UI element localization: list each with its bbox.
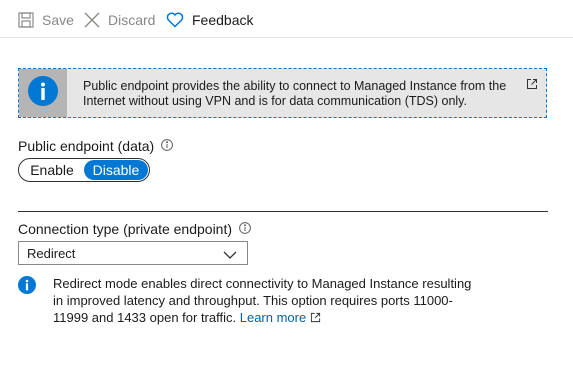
info-icon: [18, 276, 36, 299]
enable-option[interactable]: Enable: [20, 160, 84, 180]
info-tooltip-icon[interactable]: [161, 138, 174, 154]
connection-type-value: Redirect: [27, 245, 76, 261]
chevron-down-icon: [223, 248, 237, 263]
close-icon: [84, 12, 100, 28]
learn-more-link[interactable]: Learn more: [240, 310, 321, 325]
public-endpoint-label: Public endpoint (data): [18, 138, 155, 154]
heart-icon: [166, 12, 184, 28]
feedback-button[interactable]: Feedback: [166, 10, 253, 30]
banner-icon-box: [19, 69, 67, 117]
divider: [18, 211, 548, 212]
external-link-icon[interactable]: [526, 77, 538, 95]
connection-type-label-row: Connection type (private endpoint): [18, 221, 251, 237]
public-endpoint-label-row: Public endpoint (data): [18, 138, 174, 154]
command-bar: Save Discard Feedback: [0, 0, 573, 38]
feedback-label: Feedback: [192, 12, 254, 28]
discard-button[interactable]: Discard: [84, 10, 155, 30]
discard-label: Discard: [108, 12, 156, 28]
save-button[interactable]: Save: [18, 10, 74, 30]
info-tooltip-icon[interactable]: [239, 221, 251, 237]
save-icon: [18, 12, 34, 28]
public-endpoint-toggle: Enable Disable: [18, 158, 150, 182]
save-label: Save: [42, 12, 74, 28]
disable-option[interactable]: Disable: [84, 160, 148, 180]
note-text: Redirect mode enables direct connectivit…: [53, 275, 473, 327]
connection-type-label: Connection type (private endpoint): [18, 221, 233, 237]
info-banner: Public endpoint provides the ability to …: [18, 68, 547, 118]
learn-more-label: Learn more: [239, 310, 307, 325]
info-icon: [28, 75, 58, 111]
banner-text: Public endpoint provides the ability to …: [83, 79, 507, 108]
external-link-icon: [310, 310, 321, 327]
connection-type-dropdown[interactable]: Redirect: [18, 241, 248, 265]
